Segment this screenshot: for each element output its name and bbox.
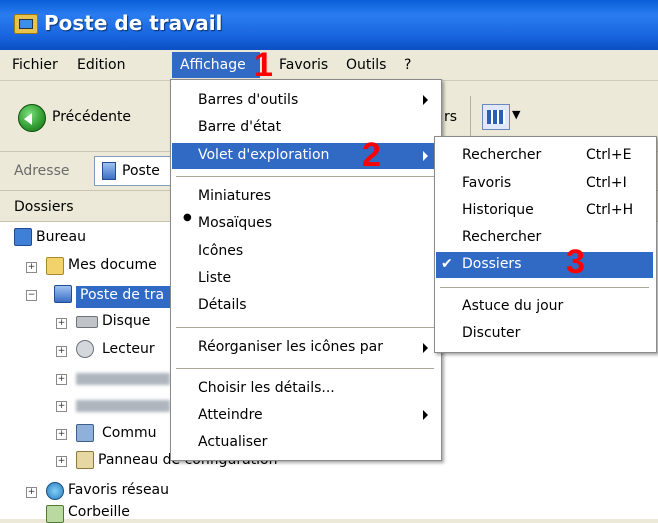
checkmark-icon: ✔ bbox=[441, 256, 453, 272]
menu-favoris[interactable]: Favoris bbox=[279, 57, 328, 73]
chevron-down-icon[interactable]: ▼ bbox=[512, 108, 520, 121]
computer-folder-icon bbox=[14, 14, 38, 34]
control-panel-icon bbox=[76, 451, 94, 469]
submenu-item-favoris[interactable]: Favoris bbox=[462, 175, 511, 191]
menu-separator bbox=[176, 368, 434, 369]
menu-item-actualiser[interactable]: Actualiser bbox=[198, 434, 267, 450]
tree-item-corbeille[interactable]: Corbeille bbox=[68, 504, 130, 520]
menu-item-atteindre[interactable]: Atteindre bbox=[198, 407, 263, 423]
menu-outils[interactable]: Outils bbox=[346, 57, 386, 73]
submenu-item-historique[interactable]: Historique bbox=[462, 202, 534, 218]
submenu-arrow-icon bbox=[423, 95, 428, 105]
menu-item-details[interactable]: Détails bbox=[198, 297, 247, 313]
tree-item-lecteur[interactable]: Lecteur bbox=[102, 341, 155, 357]
blurred-tree-item bbox=[76, 373, 170, 385]
tree-item-disque[interactable]: Disque bbox=[102, 313, 150, 329]
expand-icon[interactable]: + bbox=[26, 262, 37, 273]
expand-icon[interactable]: + bbox=[56, 318, 67, 329]
window-title: Poste de travail bbox=[44, 11, 223, 35]
radio-bullet-icon: ● bbox=[183, 212, 192, 223]
menu-separator bbox=[440, 287, 649, 288]
tree-item-commun[interactable]: Commu bbox=[102, 425, 157, 441]
documents-folder-icon bbox=[46, 257, 64, 275]
submenu-item-discuter[interactable]: Discuter bbox=[462, 325, 520, 341]
submenu-item-dossiers[interactable]: Dossiers bbox=[462, 256, 522, 272]
expand-icon[interactable]: + bbox=[56, 374, 67, 385]
computer-icon bbox=[102, 162, 116, 180]
folders-pane-title: Dossiers bbox=[14, 199, 74, 215]
menu-item-reorganiser[interactable]: Réorganiser les icônes par bbox=[198, 339, 383, 355]
submenu-arrow-icon bbox=[423, 343, 428, 353]
submenu-arrow-icon bbox=[423, 151, 428, 161]
collapse-icon[interactable]: − bbox=[26, 290, 37, 301]
expand-icon[interactable]: + bbox=[56, 456, 67, 467]
blurred-tree-item bbox=[76, 400, 170, 412]
toolbar-partial-label[interactable]: rs bbox=[444, 109, 457, 125]
menu-help[interactable]: ? bbox=[404, 57, 411, 73]
expand-icon[interactable]: + bbox=[56, 346, 67, 357]
expand-icon[interactable]: + bbox=[56, 429, 67, 440]
tree-item-poste-de-travail[interactable]: Poste de tra bbox=[80, 287, 164, 303]
views-grid-icon[interactable] bbox=[482, 104, 510, 130]
tree-item-mes-documents[interactable]: Mes docume bbox=[68, 257, 157, 273]
tree-item-favoris-reseau[interactable]: Favoris réseau bbox=[68, 482, 169, 498]
menu-item-icones[interactable]: Icônes bbox=[198, 243, 243, 259]
address-label: Adresse bbox=[14, 163, 70, 179]
menu-item-volet-exploration[interactable]: Volet d'exploration bbox=[198, 147, 329, 163]
menu-affichage[interactable]: Affichage bbox=[180, 57, 246, 73]
menu-item-mosaiques[interactable]: Mosaïques bbox=[198, 215, 272, 231]
annotation-step-3: 3 bbox=[566, 243, 585, 281]
shortcut-label: Ctrl+H bbox=[586, 202, 634, 218]
network-share-icon bbox=[76, 424, 94, 442]
toolbar-divider bbox=[470, 96, 471, 136]
annotation-step-1: 1 bbox=[254, 46, 273, 84]
shortcut-label: Ctrl+E bbox=[586, 147, 632, 163]
expand-icon[interactable]: + bbox=[26, 487, 37, 498]
tree-item-bureau[interactable]: Bureau bbox=[36, 229, 86, 245]
menu-separator bbox=[176, 327, 434, 328]
annotation-step-2: 2 bbox=[362, 136, 381, 174]
menu-item-miniatures[interactable]: Miniatures bbox=[198, 188, 271, 204]
computer-icon bbox=[54, 285, 72, 303]
recycle-bin-icon bbox=[46, 505, 64, 523]
submenu-item-rechercher-2[interactable]: Rechercher bbox=[462, 229, 541, 245]
menu-item-barre-etat[interactable]: Barre d'état bbox=[198, 119, 281, 135]
network-places-icon bbox=[46, 482, 64, 500]
shortcut-label: Ctrl+I bbox=[586, 175, 627, 191]
menu-edition[interactable]: Edition bbox=[77, 57, 125, 73]
cd-drive-icon bbox=[76, 340, 94, 358]
menu-item-liste[interactable]: Liste bbox=[198, 270, 231, 286]
menu-item-barres-outils[interactable]: Barres d'outils bbox=[198, 92, 298, 108]
menu-item-choisir-details[interactable]: Choisir les détails... bbox=[198, 380, 335, 396]
drive-icon bbox=[76, 316, 98, 328]
submenu-arrow-icon bbox=[423, 410, 428, 420]
expand-icon[interactable]: + bbox=[56, 401, 67, 412]
back-button-label[interactable]: Précédente bbox=[52, 109, 131, 125]
menu-fichier[interactable]: Fichier bbox=[12, 57, 58, 73]
back-arrow-icon[interactable] bbox=[18, 104, 46, 132]
menu-separator bbox=[176, 176, 434, 177]
address-value[interactable]: Poste bbox=[122, 163, 160, 179]
submenu-item-rechercher[interactable]: Rechercher bbox=[462, 147, 541, 163]
desktop-icon bbox=[14, 228, 32, 246]
submenu-item-astuce[interactable]: Astuce du jour bbox=[462, 298, 563, 314]
